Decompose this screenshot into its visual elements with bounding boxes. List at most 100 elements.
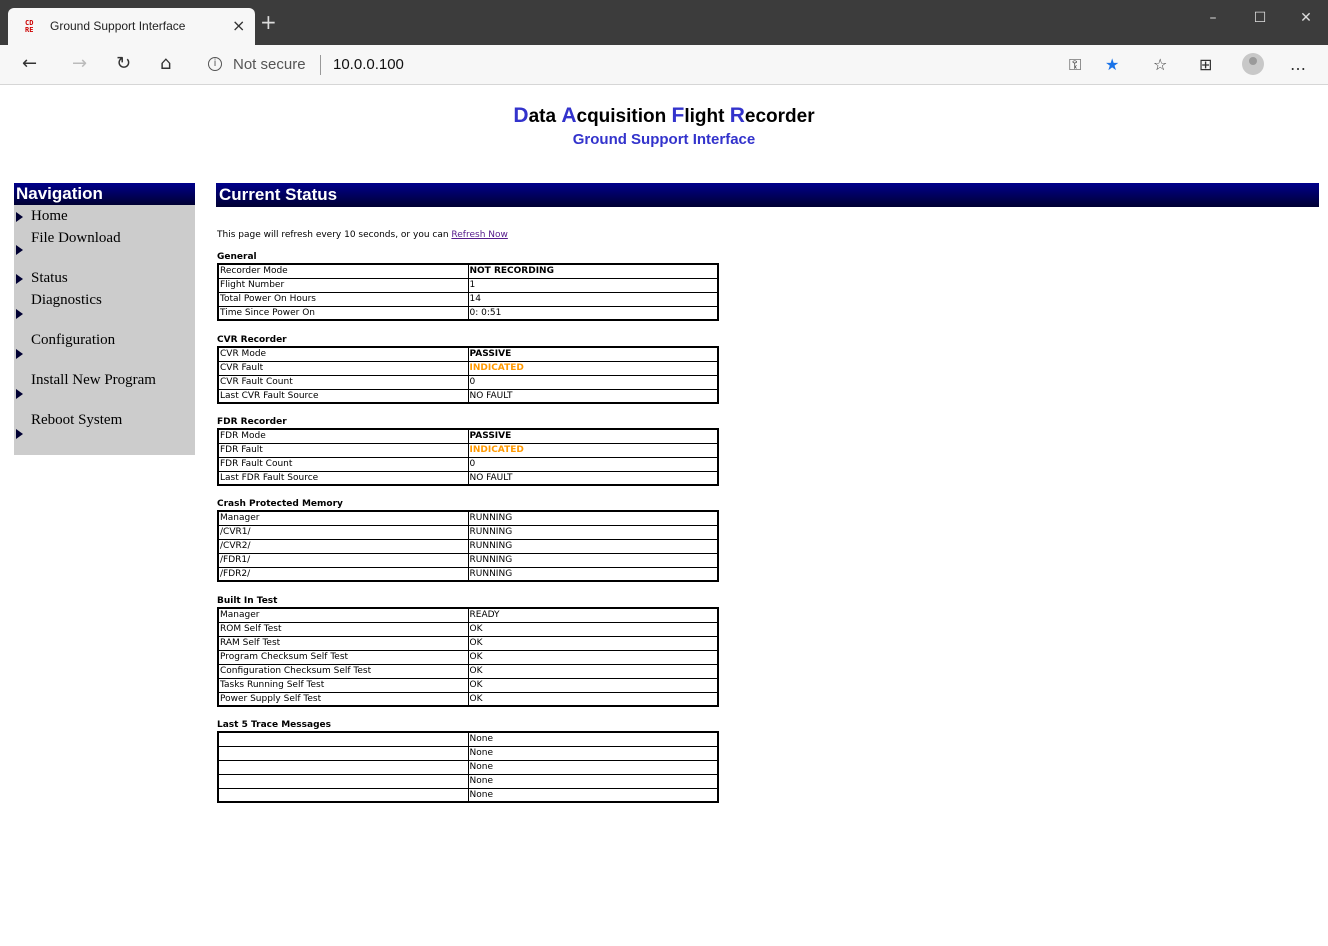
row-value: None bbox=[467, 773, 719, 789]
table-row: None bbox=[217, 731, 719, 747]
row-label: ROM Self Test bbox=[217, 621, 469, 637]
row-label: /CVR2/ bbox=[217, 538, 469, 554]
tab-close-icon[interactable]: × bbox=[232, 16, 245, 35]
row-value: INDICATED bbox=[467, 442, 719, 458]
status-section: CVR Recorder CVR Mode PASSIVE CVR Fault INDI… bbox=[217, 335, 719, 404]
nav-item-home[interactable]: Home bbox=[31, 208, 68, 225]
favorite-star-icon[interactable]: ★ bbox=[1105, 55, 1119, 74]
table-row: Flight Number 1 bbox=[217, 277, 719, 293]
profile-avatar[interactable] bbox=[1242, 53, 1264, 75]
row-value: NO FAULT bbox=[467, 470, 719, 486]
refresh-now-link[interactable]: Refresh Now bbox=[451, 230, 507, 240]
row-label: Configuration Checksum Self Test bbox=[217, 663, 469, 679]
table-row: ROM Self Test OK bbox=[217, 621, 719, 637]
nav-item-file-download[interactable]: File Download bbox=[31, 230, 121, 247]
close-window-icon[interactable]: ✕ bbox=[1296, 10, 1316, 26]
row-value: OK bbox=[467, 691, 719, 707]
status-table: FDR Mode PASSIVE FDR Fault INDICATED FDR Fau… bbox=[217, 428, 719, 486]
nav-item-reboot-system[interactable]: Reboot System bbox=[31, 412, 122, 429]
nav-arrow-icon bbox=[16, 349, 23, 359]
browser-toolbar: ← → ↻ ⌂ i Not secure 10.0.0.100 ⚿ ★ ☆ ⊞ … bbox=[0, 45, 1328, 85]
address-divider bbox=[320, 55, 321, 75]
tab-title: Ground Support Interface bbox=[50, 19, 186, 33]
browser-tab[interactable]: CD RE Ground Support Interface × bbox=[8, 8, 255, 45]
row-value: None bbox=[467, 787, 719, 803]
nav-item-install-new-program[interactable]: Install New Program bbox=[31, 372, 156, 389]
row-label: Time Since Power On bbox=[217, 305, 469, 321]
row-label: Program Checksum Self Test bbox=[217, 649, 469, 665]
browser-titlebar: CD RE Ground Support Interface × + – ☐ ✕ bbox=[0, 0, 1328, 45]
table-row: Tasks Running Self Test OK bbox=[217, 677, 719, 693]
status-section: FDR Recorder FDR Mode PASSIVE FDR Fault INDI… bbox=[217, 417, 719, 486]
row-label: Last CVR Fault Source bbox=[217, 388, 469, 404]
collections-icon[interactable]: ⊞ bbox=[1199, 55, 1212, 74]
row-label: FDR Fault bbox=[217, 442, 469, 458]
status-table: None None None None None bbox=[217, 731, 719, 803]
url-text[interactable]: 10.0.0.100 bbox=[333, 56, 404, 73]
nav-item-diagnostics[interactable]: Diagnostics bbox=[31, 292, 102, 309]
row-label: Manager bbox=[217, 510, 469, 526]
table-row: FDR Fault Count 0 bbox=[217, 456, 719, 472]
row-value: NO FAULT bbox=[467, 388, 719, 404]
section-title: Built In Test bbox=[217, 596, 278, 606]
new-tab-icon[interactable]: + bbox=[260, 12, 277, 32]
row-label: FDR Fault Count bbox=[217, 456, 469, 472]
row-label bbox=[217, 731, 469, 747]
row-value: PASSIVE bbox=[467, 428, 719, 444]
more-menu-icon[interactable]: … bbox=[1290, 55, 1306, 74]
key-icon[interactable]: ⚿ bbox=[1069, 55, 1081, 75]
row-value: RUNNING bbox=[467, 566, 719, 582]
forward-icon[interactable]: → bbox=[72, 53, 87, 74]
row-value: RUNNING bbox=[467, 524, 719, 540]
row-value: RUNNING bbox=[467, 538, 719, 554]
section-header-current-status: Current Status bbox=[216, 183, 1319, 207]
status-section: Last 5 Trace Messages None None None None Non… bbox=[217, 720, 719, 803]
table-row: CVR Mode PASSIVE bbox=[217, 346, 719, 362]
refresh-icon[interactable]: ↻ bbox=[116, 53, 131, 74]
row-label bbox=[217, 745, 469, 761]
page-header: Data Acquisition Flight Recorder Ground … bbox=[0, 104, 1328, 148]
maximize-icon[interactable]: ☐ bbox=[1250, 10, 1270, 26]
table-row: None bbox=[217, 759, 719, 775]
nav-arrow-icon bbox=[16, 274, 23, 284]
row-label: /CVR1/ bbox=[217, 524, 469, 540]
row-value: INDICATED bbox=[467, 360, 719, 376]
row-value: PASSIVE bbox=[467, 346, 719, 362]
section-title: Last 5 Trace Messages bbox=[217, 720, 331, 730]
title-rest: ecorder bbox=[744, 106, 815, 127]
row-label: Flight Number bbox=[217, 277, 469, 293]
row-value: OK bbox=[467, 677, 719, 693]
row-label bbox=[217, 759, 469, 775]
row-value: READY bbox=[467, 607, 719, 623]
row-label: Power Supply Self Test bbox=[217, 691, 469, 707]
page-title: Data Acquisition Flight Recorder bbox=[0, 104, 1328, 128]
row-value: OK bbox=[467, 621, 719, 637]
row-value: 1 bbox=[467, 277, 719, 293]
nav-arrow-icon bbox=[16, 429, 23, 439]
row-label: /FDR2/ bbox=[217, 566, 469, 582]
table-row: /CVR1/RUNNING bbox=[217, 524, 719, 540]
row-label: CVR Fault bbox=[217, 360, 469, 376]
table-row: Last CVR Fault Source NO FAULT bbox=[217, 388, 719, 404]
section-title: FDR Recorder bbox=[217, 417, 287, 427]
navigation-title: Navigation bbox=[14, 183, 195, 205]
nav-item-status[interactable]: Status bbox=[31, 270, 68, 287]
back-icon[interactable]: ← bbox=[22, 53, 37, 74]
navigation-panel: Navigation Home File Download Status Dia… bbox=[14, 183, 195, 455]
row-value: NOT RECORDING bbox=[467, 263, 719, 279]
favicon-icon: CD RE bbox=[25, 19, 34, 34]
row-value: OK bbox=[467, 635, 719, 651]
title-rest: cquisition bbox=[576, 106, 672, 127]
row-label: CVR Mode bbox=[217, 346, 469, 362]
minimize-icon[interactable]: – bbox=[1203, 10, 1223, 26]
row-label bbox=[217, 787, 469, 803]
table-row: Program Checksum Self Test OK bbox=[217, 649, 719, 665]
page-subtitle: Ground Support Interface bbox=[572, 131, 756, 148]
info-icon[interactable]: i bbox=[208, 57, 222, 71]
table-row: None bbox=[217, 773, 719, 789]
table-row: None bbox=[217, 745, 719, 761]
nav-item-configuration[interactable]: Configuration bbox=[31, 332, 115, 349]
home-icon[interactable]: ⌂ bbox=[160, 53, 171, 74]
row-value: None bbox=[467, 731, 719, 747]
favorites-list-icon[interactable]: ☆ bbox=[1153, 55, 1167, 74]
